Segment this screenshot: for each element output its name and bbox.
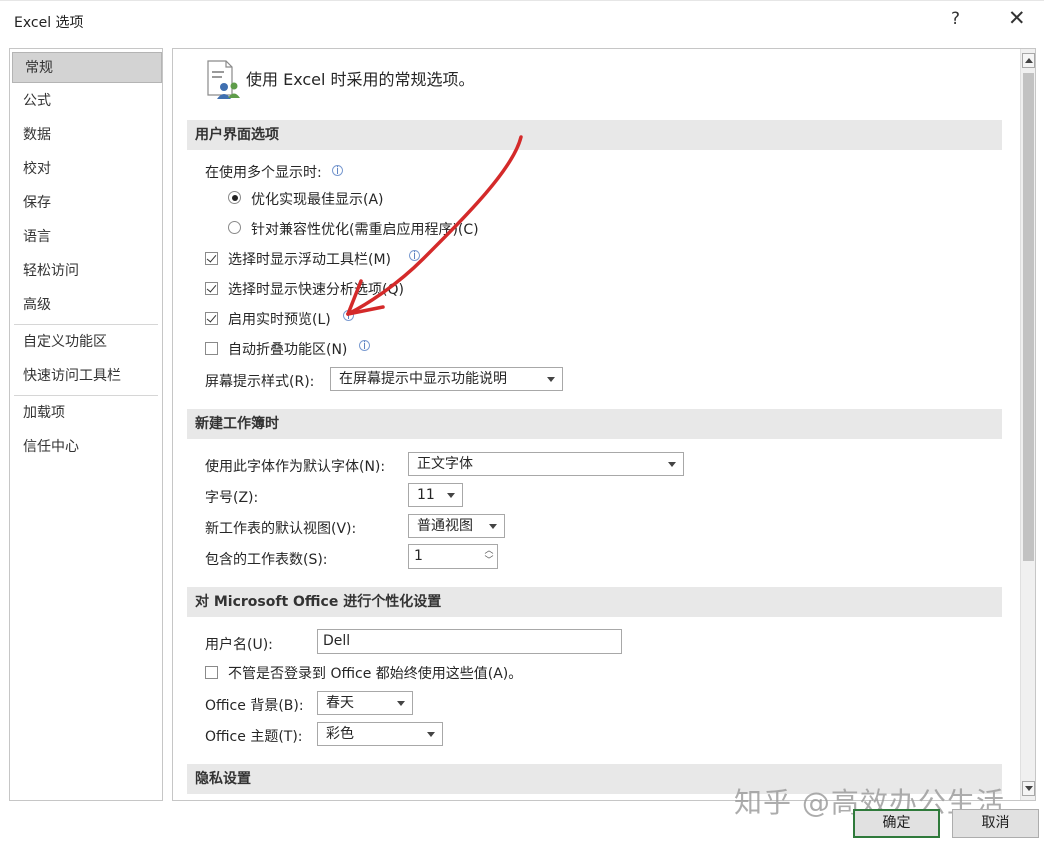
default-view-label: 新工作表的默认视图(V):: [205, 521, 357, 537]
office-theme-label: Office 主题(T):: [205, 729, 303, 745]
section-ui-options: 用户界面选项: [187, 120, 1002, 150]
office-theme-select[interactable]: 彩色: [317, 722, 443, 746]
nav-item-customize-ribbon[interactable]: 自定义功能区: [11, 327, 161, 358]
font-size-label: 字号(Z):: [205, 490, 259, 506]
default-view-value: 普通视图: [417, 518, 473, 534]
checkbox-live-preview-label[interactable]: 启用实时预览(L): [228, 309, 331, 329]
help-icon[interactable]: ?: [951, 9, 960, 29]
nav-item-language[interactable]: 语言: [11, 222, 161, 253]
font-size-select[interactable]: 11: [408, 483, 463, 507]
nav-item-general[interactable]: 常规: [12, 52, 162, 83]
username-label: 用户名(U):: [205, 637, 273, 653]
checkbox-always-use-values[interactable]: [205, 666, 218, 679]
sheet-count-value: 1: [414, 548, 423, 564]
scrollbar[interactable]: [1020, 49, 1035, 800]
default-font-label: 使用此字体作为默认字体(N):: [205, 459, 386, 475]
username-input[interactable]: Dell: [317, 629, 622, 654]
ok-button[interactable]: 确定: [853, 809, 940, 838]
scroll-up-icon[interactable]: [1022, 53, 1035, 68]
chevron-down-icon: [489, 524, 497, 529]
category-nav: 常规 公式 数据 校对 保存 语言 轻松访问 高级 自定义功能区 快速访问工具栏…: [9, 48, 163, 801]
office-background-select[interactable]: 春天: [317, 691, 413, 715]
nav-divider: [14, 324, 158, 325]
chevron-down-icon: [447, 493, 455, 498]
username-value: Dell: [323, 633, 351, 649]
checkbox-collapse-ribbon[interactable]: [205, 342, 218, 355]
chevron-down-icon: [397, 701, 405, 706]
office-theme-value: 彩色: [326, 726, 354, 742]
section-personalize: 对 Microsoft Office 进行个性化设置: [187, 587, 1002, 617]
office-background-label: Office 背景(B):: [205, 698, 304, 714]
nav-item-addins[interactable]: 加载项: [11, 398, 161, 429]
checkbox-collapse-ribbon-label[interactable]: 自动折叠功能区(N): [228, 339, 347, 359]
cancel-button[interactable]: 取消: [952, 809, 1039, 838]
screentip-style-value: 在屏幕提示中显示功能说明: [339, 371, 507, 387]
multi-display-label: 在使用多个显示时:: [205, 165, 322, 181]
nav-divider: [14, 395, 158, 396]
general-options-icon: [207, 60, 240, 99]
nav-item-proofing[interactable]: 校对: [11, 154, 161, 185]
default-font-value: 正文字体: [417, 456, 473, 472]
top-border: [0, 0, 1044, 1]
annotation-arrow: [346, 135, 523, 316]
checkbox-quick-analysis[interactable]: [205, 282, 218, 295]
sheet-count-stepper[interactable]: 1 ︿ ﹀: [408, 544, 498, 569]
nav-item-formulas[interactable]: 公式: [11, 86, 161, 117]
nav-item-save[interactable]: 保存: [11, 188, 161, 219]
spin-down-icon[interactable]: ﹀: [482, 556, 496, 567]
options-panel: 使用 Excel 时采用的常规选项。 用户界面选项 在使用多个显示时: i 优化…: [172, 48, 1036, 801]
nav-item-data[interactable]: 数据: [11, 120, 161, 151]
default-font-select[interactable]: 正文字体: [408, 452, 684, 476]
chevron-down-icon: [668, 462, 676, 467]
font-size-value: 11: [417, 487, 435, 503]
checkbox-mini-toolbar[interactable]: [205, 252, 218, 265]
scroll-down-icon[interactable]: [1022, 781, 1035, 796]
checkbox-live-preview[interactable]: [205, 312, 218, 325]
scroll-thumb[interactable]: [1023, 73, 1034, 561]
chevron-down-icon: [427, 732, 435, 737]
default-view-select[interactable]: 普通视图: [408, 514, 505, 538]
nav-item-trust-center[interactable]: 信任中心: [11, 432, 161, 463]
nav-item-advanced[interactable]: 高级: [11, 290, 161, 321]
sheet-count-label: 包含的工作表数(S):: [205, 552, 328, 568]
screentip-style-select[interactable]: 在屏幕提示中显示功能说明: [330, 367, 563, 391]
checkbox-always-use-values-label[interactable]: 不管是否登录到 Office 都始终使用这些值(A)。: [228, 663, 522, 683]
section-new-workbook: 新建工作簿时: [187, 409, 1002, 439]
radio-optimize-appearance[interactable]: [228, 191, 241, 204]
page-heading: 使用 Excel 时采用的常规选项。: [246, 70, 475, 89]
radio-optimize-compat[interactable]: [228, 221, 241, 234]
info-icon: i: [359, 340, 370, 351]
nav-item-accessibility[interactable]: 轻松访问: [11, 256, 161, 287]
office-background-value: 春天: [326, 695, 354, 711]
dialog-title: Excel 选项: [14, 15, 84, 31]
screentip-label: 屏幕提示样式(R):: [205, 374, 315, 390]
chevron-down-icon: [547, 377, 555, 382]
nav-item-quick-access-toolbar[interactable]: 快速访问工具栏: [11, 361, 161, 392]
close-icon[interactable]: ✕: [1008, 6, 1026, 30]
